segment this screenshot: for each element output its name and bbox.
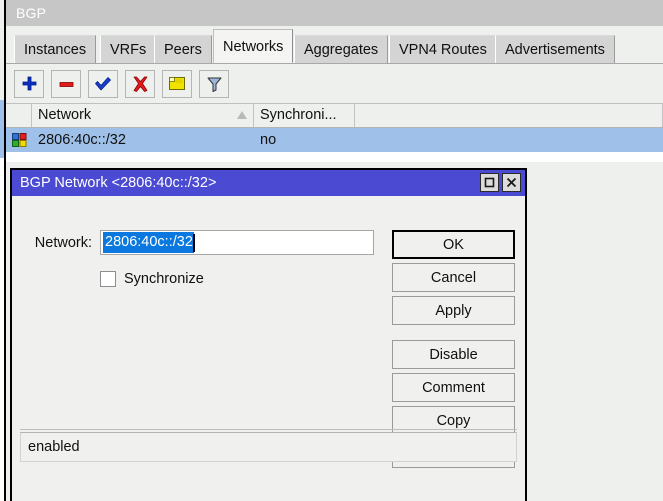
plus-icon	[21, 76, 38, 93]
network-input[interactable]: 2806:40c::/32	[100, 230, 374, 255]
network-field-label: Network:	[34, 234, 92, 251]
row-network-value: 2806:40c::/32	[38, 132, 126, 148]
add-button[interactable]	[14, 70, 44, 98]
tab-advertisements[interactable]: Advertisements	[495, 35, 615, 63]
tab-bar: Instances VRFs Peers Networks Aggregates…	[6, 26, 663, 64]
row-icon-cell	[6, 133, 32, 147]
disable-button[interactable]: Disable	[392, 340, 515, 369]
table-header-filler	[355, 104, 663, 127]
maximize-icon	[484, 177, 495, 188]
table-header-synchronize[interactable]: Synchroni...	[254, 104, 355, 127]
tab-vpn4-routes[interactable]: VPN4 Routes	[389, 35, 497, 63]
dialog-window-controls	[480, 173, 521, 192]
table-header-grip[interactable]	[6, 104, 32, 127]
window-title: BGP	[6, 0, 663, 26]
table-header-network[interactable]: Network	[32, 104, 254, 127]
table-row[interactable]: 2806:40c::/32 no	[6, 128, 663, 152]
minus-icon	[58, 76, 75, 93]
dialog-title-bar[interactable]: BGP Network <2806:40c::/32>	[12, 170, 525, 196]
filter-funnel-icon	[206, 76, 223, 93]
cancel-button[interactable]: Cancel	[392, 263, 515, 292]
cross-icon	[132, 76, 149, 93]
network-field-row: Network: 2806:40c::/32	[26, 230, 374, 255]
tab-peers[interactable]: Peers	[154, 35, 212, 63]
dialog-body: Network: 2806:40c::/32 Synchronize OK Ca…	[12, 196, 525, 468]
check-icon	[94, 76, 112, 92]
toolbar	[6, 64, 663, 104]
sort-ascending-icon	[237, 111, 247, 119]
bgp-network-dialog: BGP Network <2806:40c::/32> Network: 280…	[10, 168, 527, 501]
dialog-title-text: BGP Network <2806:40c::/32>	[20, 175, 217, 191]
dialog-status-bar: enabled	[20, 432, 517, 462]
button-group-spacer	[392, 329, 515, 340]
filter-button[interactable]	[199, 70, 229, 98]
ok-button[interactable]: OK	[392, 230, 515, 259]
copy-button[interactable]: Copy	[392, 406, 515, 435]
disable-button[interactable]	[125, 70, 155, 98]
table-header-network-label: Network	[38, 107, 92, 123]
network-input-value: 2806:40c::/32	[103, 232, 194, 253]
dialog-separator	[20, 429, 517, 430]
tab-networks[interactable]: Networks	[213, 29, 294, 63]
comment-note-icon	[168, 76, 186, 92]
tab-vrfs[interactable]: VRFs	[100, 35, 157, 63]
row-synchronize-value: no	[260, 132, 277, 148]
synchronize-checkbox-row: Synchronize	[100, 271, 204, 287]
network-quad-icon	[11, 133, 27, 147]
enable-button[interactable]	[88, 70, 118, 98]
text-caret	[192, 233, 195, 252]
synchronize-checkbox-label: Synchronize	[124, 271, 204, 287]
maximize-button[interactable]	[480, 173, 499, 192]
networks-table: Network Synchroni... 2806:40c::/32 no	[6, 104, 663, 162]
close-icon	[506, 177, 517, 188]
screen: BGP Instances VRFs Peers Networks Aggreg…	[0, 0, 663, 501]
apply-button[interactable]: Apply	[392, 296, 515, 325]
table-header-row: Network Synchroni...	[6, 104, 663, 128]
synchronize-checkbox[interactable]	[100, 271, 116, 287]
remove-button[interactable]	[51, 70, 81, 98]
tab-instances[interactable]: Instances	[14, 35, 97, 63]
comment-button[interactable]	[162, 70, 192, 98]
tab-aggregates[interactable]: Aggregates	[294, 35, 389, 63]
close-button[interactable]	[502, 173, 521, 192]
comment-button[interactable]: Comment	[392, 373, 515, 402]
